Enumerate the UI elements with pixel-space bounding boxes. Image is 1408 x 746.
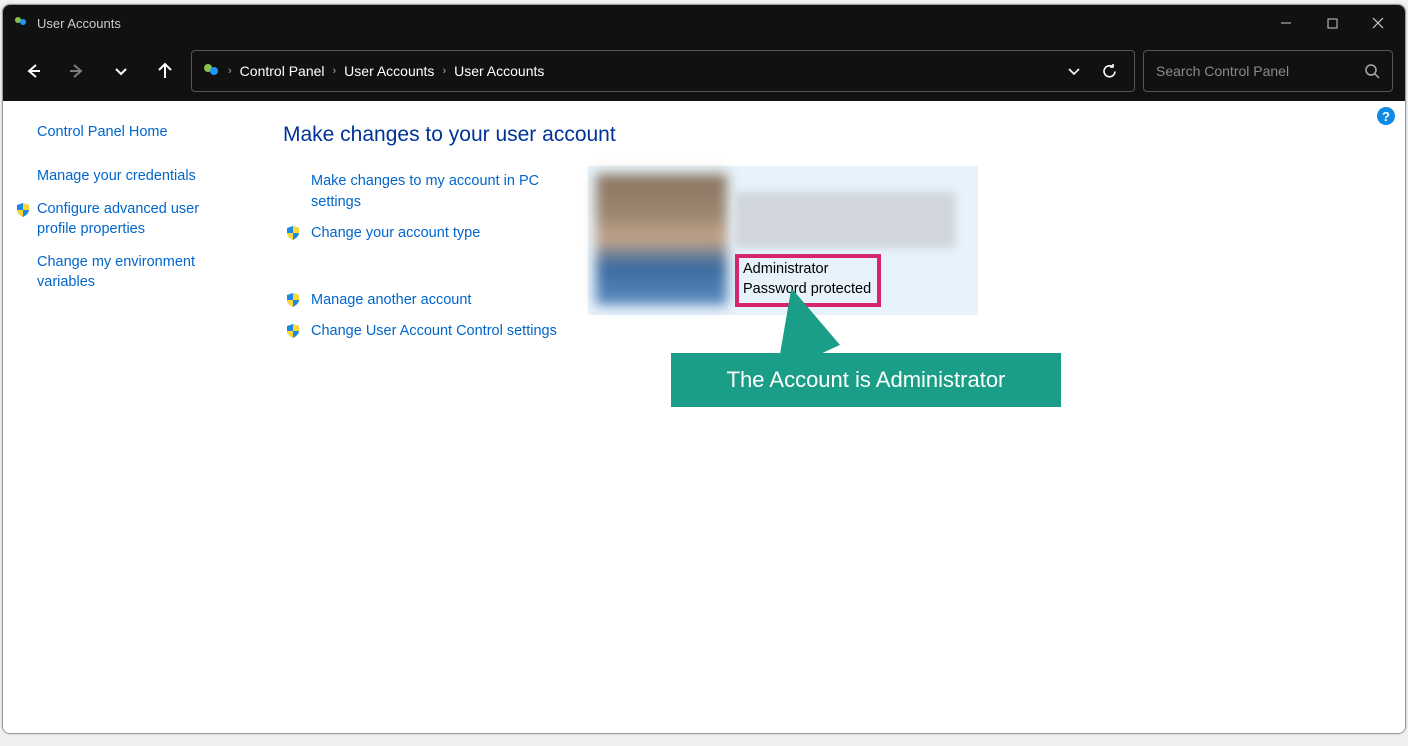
sidebar-configure-profile[interactable]: Configure advanced user profile properti… <box>37 200 237 239</box>
shield-icon <box>15 202 31 218</box>
avatar <box>596 174 727 305</box>
refresh-button[interactable] <box>1101 63 1118 80</box>
sidebar-label: Configure advanced user profile properti… <box>37 200 237 239</box>
sidebar-env-vars[interactable]: Change my environment variables <box>37 253 237 292</box>
breadcrumb-user-accounts-1[interactable]: User Accounts <box>344 63 434 79</box>
navbar: › Control Panel › User Accounts › User A… <box>3 41 1405 101</box>
callout-text: The Account is Administrator <box>727 367 1006 392</box>
chevron-right-icon: › <box>228 65 232 77</box>
breadcrumb-control-panel[interactable]: Control Panel <box>240 63 325 79</box>
link-uac-settings[interactable]: Change User Account Control settings <box>311 321 1375 342</box>
close-button[interactable] <box>1355 7 1401 39</box>
content-area: ? Control Panel Home Manage your credent… <box>3 101 1405 733</box>
link-label: Make changes to my account in PC setting… <box>311 171 551 213</box>
sidebar: Control Panel Home Manage your credentia… <box>3 101 253 733</box>
back-button[interactable] <box>15 53 51 89</box>
titlebar: User Accounts <box>3 5 1405 41</box>
sidebar-manage-credentials[interactable]: Manage your credentials <box>37 167 237 187</box>
chevron-right-icon: › <box>333 65 337 77</box>
address-history-button[interactable] <box>1067 64 1081 78</box>
location-icon <box>202 62 220 80</box>
address-bar[interactable]: › Control Panel › User Accounts › User A… <box>191 50 1135 92</box>
callout-box: The Account is Administrator <box>671 353 1061 407</box>
account-info: Administrator Password protected <box>735 174 970 307</box>
shield-icon <box>285 323 301 339</box>
main-panel: Make changes to your user account Make c… <box>253 101 1405 733</box>
shield-icon <box>285 292 301 308</box>
window: User Accounts <box>2 4 1406 734</box>
chevron-right-icon: › <box>442 65 446 77</box>
up-button[interactable] <box>147 53 183 89</box>
link-label: Manage another account <box>311 290 471 311</box>
shield-icon <box>285 225 301 241</box>
window-title: User Accounts <box>37 16 121 31</box>
account-name-redacted <box>735 192 955 248</box>
link-label: Change your account type <box>311 223 480 244</box>
sidebar-home-label: Control Panel Home <box>37 123 168 143</box>
account-role: Administrator <box>743 260 871 280</box>
minimize-button[interactable] <box>1263 7 1309 39</box>
page-heading: Make changes to your user account <box>283 123 1375 147</box>
search-box[interactable] <box>1143 50 1393 92</box>
sidebar-home-link[interactable]: Control Panel Home <box>37 123 237 143</box>
maximize-button[interactable] <box>1309 7 1355 39</box>
recent-dropdown-button[interactable] <box>103 53 139 89</box>
search-icon[interactable] <box>1364 63 1380 79</box>
link-label: Change User Account Control settings <box>311 321 557 342</box>
app-icon <box>13 15 29 31</box>
link-pc-settings[interactable]: Make changes to my account in PC setting… <box>311 171 551 213</box>
window-controls <box>1263 7 1401 39</box>
sidebar-label: Change my environment variables <box>37 253 237 292</box>
sidebar-label: Manage your credentials <box>37 167 196 187</box>
search-input[interactable] <box>1156 63 1364 79</box>
forward-button[interactable] <box>59 53 95 89</box>
breadcrumb-user-accounts-2[interactable]: User Accounts <box>454 63 544 79</box>
